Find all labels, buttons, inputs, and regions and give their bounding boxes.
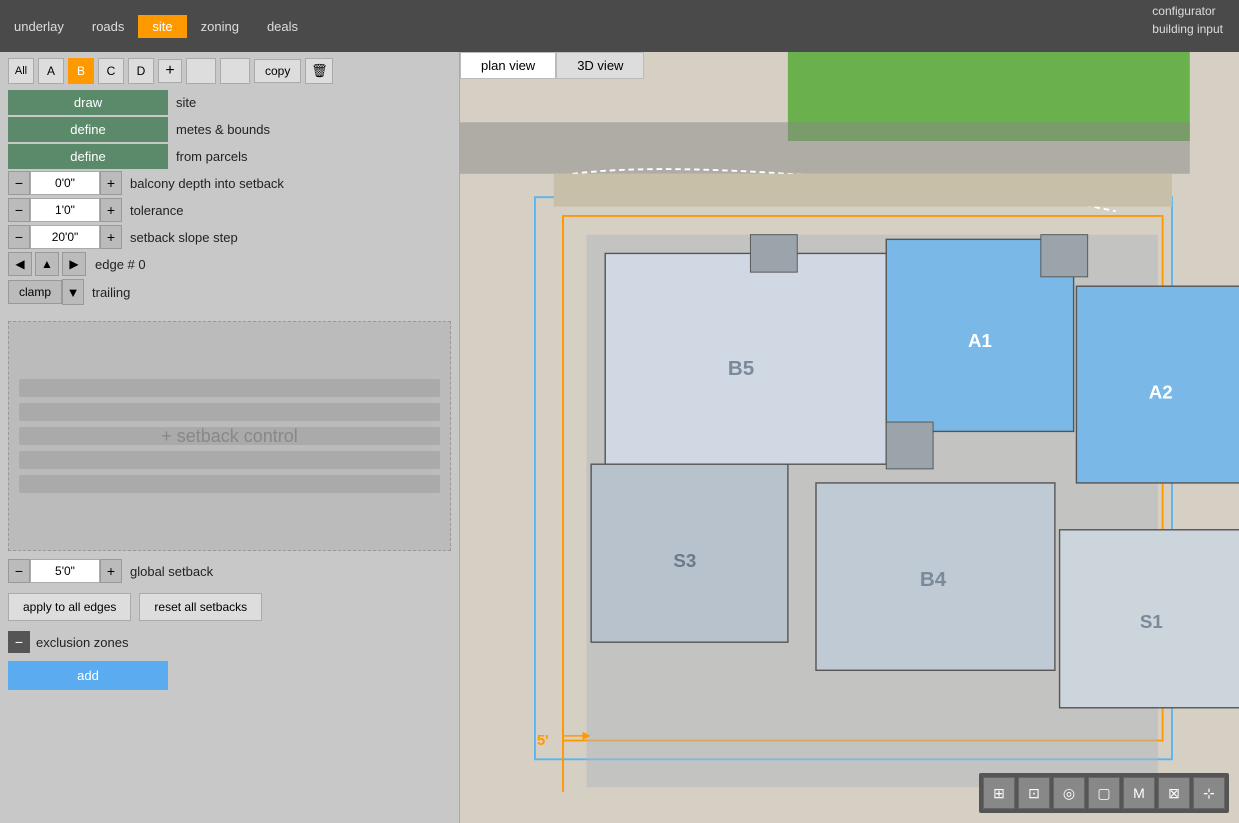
svg-text:5': 5'	[537, 732, 549, 749]
main-layout: All A B C D + copy 🗑 draw site define me…	[0, 52, 1239, 823]
exclusion-label: exclusion zones	[36, 635, 129, 650]
nav-roads[interactable]: roads	[78, 15, 139, 38]
clamp-row: clamp ▼ trailing	[8, 279, 451, 305]
3d-view-tab[interactable]: 3D view	[556, 52, 644, 79]
edge-label: edge # 0	[95, 257, 146, 272]
nav-site[interactable]: site	[138, 15, 186, 38]
draw-row: draw site	[8, 90, 451, 115]
nav-building-input[interactable]: building input	[1136, 20, 1239, 40]
setback-control-box[interactable]: + setback control	[8, 321, 451, 551]
global-setback-row: − + global setback	[8, 559, 451, 583]
bottom-toolbar: ⊞ ⊡ ◎ ▢ M ⊠ ⊹	[979, 773, 1229, 813]
nav-right: configurator building input	[1136, 0, 1239, 52]
define-metes-button[interactable]: define	[8, 117, 168, 142]
tool-grid[interactable]: ⊞	[983, 777, 1015, 809]
nav-underlay[interactable]: underlay	[0, 15, 78, 38]
slope-plus[interactable]: +	[100, 225, 122, 249]
edge-row: ◀ ▲ ▶ edge # 0	[8, 252, 451, 276]
define-parcels-row: define from parcels	[8, 144, 451, 169]
define-metes-label: metes & bounds	[176, 122, 270, 137]
balcony-minus[interactable]: −	[8, 171, 30, 195]
clamp-button[interactable]: clamp	[8, 280, 62, 304]
add-button[interactable]: add	[8, 661, 168, 690]
letter-d[interactable]: D	[128, 58, 154, 84]
global-input[interactable]	[30, 559, 100, 583]
view-tabs: plan view 3D view	[460, 52, 644, 79]
letter-all[interactable]: All	[8, 58, 34, 84]
tool-m[interactable]: M	[1123, 777, 1155, 809]
tool-frame[interactable]: ⊡	[1018, 777, 1050, 809]
clamp-label: trailing	[92, 285, 130, 300]
tool-expand[interactable]: ⊹	[1193, 777, 1225, 809]
svg-text:A1: A1	[968, 330, 992, 351]
add-letter-button[interactable]: +	[158, 59, 182, 83]
svg-text:S3: S3	[673, 550, 696, 571]
global-minus[interactable]: −	[8, 559, 30, 583]
slope-row: − + setback slope step	[8, 225, 451, 249]
define-metes-row: define metes & bounds	[8, 117, 451, 142]
exclusion-row: − exclusion zones	[8, 631, 451, 653]
balcony-input[interactable]	[30, 171, 100, 195]
tolerance-input[interactable]	[30, 198, 100, 222]
draw-button[interactable]: draw	[8, 90, 168, 115]
apply-edges-button[interactable]: apply to all edges	[8, 593, 131, 621]
tolerance-plus[interactable]: +	[100, 198, 122, 222]
letter-spacer2	[220, 58, 250, 84]
stripe-1	[19, 379, 440, 397]
tolerance-row: − + tolerance	[8, 198, 451, 222]
slope-label: setback slope step	[130, 230, 238, 245]
stripe-4	[19, 451, 440, 469]
plan-view-tab[interactable]: plan view	[460, 52, 556, 79]
letter-spacer	[186, 58, 216, 84]
letter-c[interactable]: C	[98, 58, 124, 84]
define-parcels-button[interactable]: define	[8, 144, 168, 169]
left-panel: All A B C D + copy 🗑 draw site define me…	[0, 52, 460, 823]
letter-row: All A B C D + copy 🗑	[8, 58, 451, 84]
global-plus[interactable]: +	[100, 559, 122, 583]
draw-label: site	[176, 95, 196, 110]
tool-cube[interactable]: ▢	[1088, 777, 1120, 809]
map-svg: B5 A1 A2 S3 B4 S1 5'	[460, 52, 1239, 823]
edge-next[interactable]: ▶	[62, 252, 86, 276]
setback-plus-label: + setback control	[161, 426, 298, 447]
nav-deals[interactable]: deals	[253, 15, 312, 38]
stripe-2	[19, 403, 440, 421]
map-panel: plan view 3D view B5	[460, 52, 1239, 823]
reset-button[interactable]: reset all setbacks	[139, 593, 262, 621]
delete-button[interactable]: 🗑	[305, 58, 333, 84]
clamp-dropdown[interactable]: ▼	[62, 279, 84, 305]
nav-zoning[interactable]: zoning	[187, 15, 253, 38]
svg-text:B4: B4	[920, 568, 947, 591]
edge-prev[interactable]: ◀	[8, 252, 32, 276]
stripe-5	[19, 475, 440, 493]
controls-section: All A B C D + copy 🗑 draw site define me…	[0, 52, 459, 317]
balcony-depth-row: − + balcony depth into setback	[8, 171, 451, 195]
slope-input[interactable]	[30, 225, 100, 249]
exclusion-minus[interactable]: −	[8, 631, 30, 653]
letter-a[interactable]: A	[38, 58, 64, 84]
balcony-plus[interactable]: +	[100, 171, 122, 195]
svg-text:S1: S1	[1140, 611, 1163, 632]
nav-configurator[interactable]: configurator	[1136, 0, 1239, 20]
nav-left: underlay roads site zoning deals	[0, 0, 312, 52]
define-parcels-label: from parcels	[176, 149, 248, 164]
edge-up[interactable]: ▲	[35, 252, 59, 276]
copy-button[interactable]: copy	[254, 59, 301, 83]
letter-b[interactable]: B	[68, 58, 94, 84]
top-nav: underlay roads site zoning deals configu…	[0, 0, 1239, 52]
balcony-label: balcony depth into setback	[130, 176, 284, 191]
apply-reset-row: apply to all edges reset all setbacks	[8, 593, 451, 621]
tolerance-minus[interactable]: −	[8, 198, 30, 222]
tolerance-label: tolerance	[130, 203, 183, 218]
slope-minus[interactable]: −	[8, 225, 30, 249]
tool-circle[interactable]: ◎	[1053, 777, 1085, 809]
tool-cross[interactable]: ⊠	[1158, 777, 1190, 809]
global-label: global setback	[130, 564, 213, 579]
svg-text:B5: B5	[728, 357, 754, 380]
svg-text:A2: A2	[1149, 382, 1173, 403]
